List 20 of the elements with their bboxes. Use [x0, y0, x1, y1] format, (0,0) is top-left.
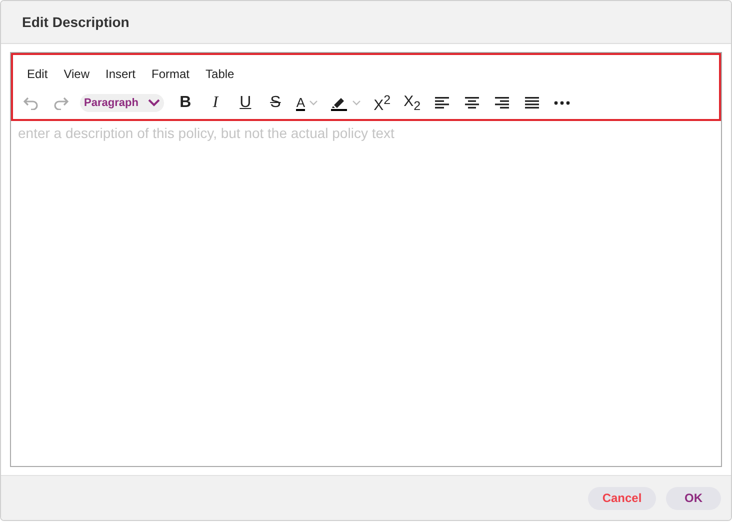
chevron-down-icon [309, 100, 318, 106]
ok-button[interactable]: OK [666, 486, 721, 510]
underline-button[interactable]: U [230, 91, 260, 115]
marker-pen-icon [330, 95, 348, 111]
menu-item[interactable]: View [56, 64, 98, 84]
menu-item[interactable]: Format [144, 64, 198, 84]
block-format-select[interactable]: Paragraph [80, 94, 164, 112]
dialog-title: Edit Description [22, 14, 130, 30]
bold-button[interactable]: B [170, 91, 200, 115]
italic-button[interactable]: I [200, 91, 230, 115]
menu-item[interactable]: Table [198, 64, 242, 84]
menu-item[interactable]: Insert [97, 64, 144, 84]
subscript-button[interactable]: X$_{2}$ [397, 91, 428, 115]
chevron-down-icon [148, 99, 160, 107]
menu-item[interactable]: Edit [19, 64, 56, 84]
chevron-down-icon [352, 100, 362, 106]
editor-panel[interactable]: Edit View Insert Format Table Paragraph B I U S A X$^{2}$ X$_{2}$ enter a description of this policy, but not the actual policy text [10, 52, 722, 467]
superscript-button[interactable]: X$^{2}$ [367, 91, 398, 115]
strike-button[interactable]: S [260, 91, 290, 115]
text-color-button[interactable]: A [290, 91, 324, 115]
